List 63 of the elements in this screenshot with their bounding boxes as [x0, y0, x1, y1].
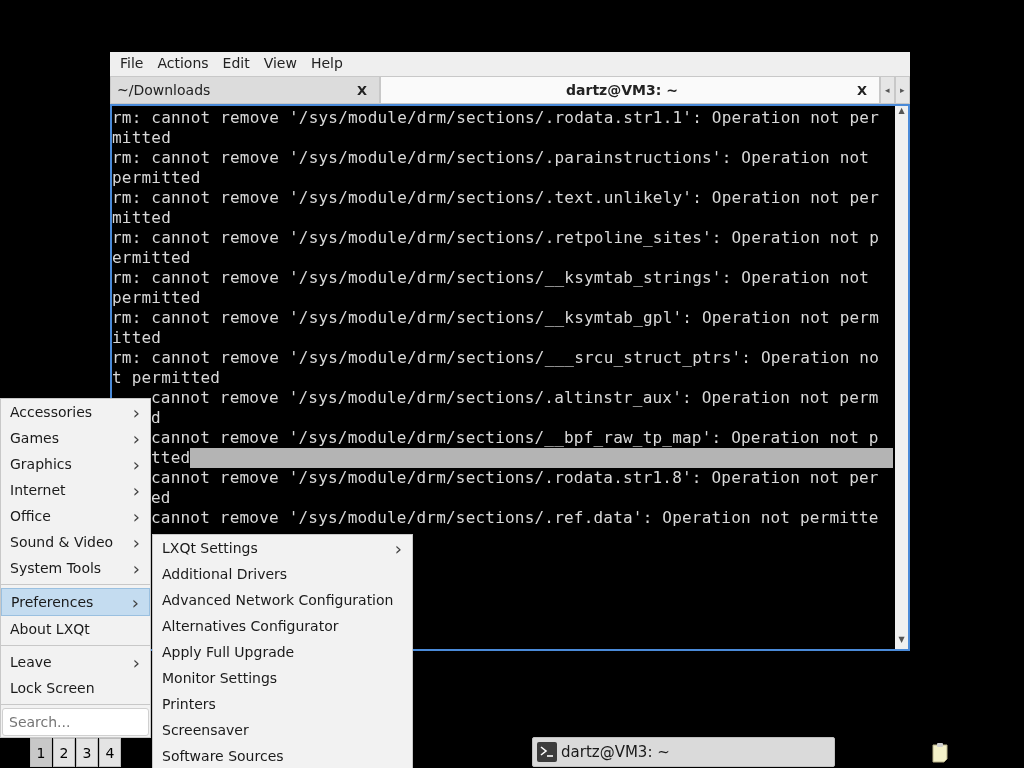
terminal-tab[interactable]: ~/Downloads X	[110, 76, 380, 104]
menu-item[interactable]: Additional Drivers	[153, 561, 412, 587]
menu-item[interactable]: About LXQt	[1, 616, 150, 642]
desktop-button[interactable]: 3	[76, 738, 98, 767]
taskbar-button[interactable]: dartz@VM3: ~	[532, 737, 835, 767]
tab-scroll-right-button[interactable]: ▸	[895, 76, 910, 104]
menu-bar-item[interactable]: View	[257, 55, 303, 71]
menu-item[interactable]: Advanced Network Configuration	[153, 587, 412, 613]
terminal-output-line: rm: cannot remove '/sys/module/drm/sections/.rodata.str1.1': Operation not per	[112, 108, 879, 128]
clipboard-icon[interactable]	[930, 741, 950, 763]
scrollbar[interactable]: ▲ ▼	[895, 106, 908, 649]
menu-bar-item[interactable]: Actions	[151, 55, 215, 71]
menu-item[interactable]: Graphics ›	[1, 451, 150, 477]
desktop-button[interactable]: 1	[30, 738, 52, 767]
terminal-output-line: rm: cannot remove '/sys/module/drm/sections/___srcu_struct_ptrs': Operation no	[112, 348, 879, 368]
menu-item[interactable]: Monitor Settings	[153, 665, 412, 691]
terminal-output-line: rm: cannot remove '/sys/module/drm/sections/__ksymtab_gpl': Operation not perm	[112, 308, 879, 328]
terminal-output-line: mitted	[112, 128, 171, 148]
scroll-up-button[interactable]: ▲	[895, 106, 908, 120]
terminal-output-line: cannot remove '/sys/module/drm/sections/.ref.data': Operation not permitte	[151, 508, 879, 528]
terminal-output-line: rm: cannot remove '/sys/module/drm/sections/.parainstructions': Operation not	[112, 148, 870, 168]
terminal-output-line: ed	[151, 488, 171, 508]
menu-item[interactable]: Leave ›	[1, 649, 150, 675]
terminal-output-line: rm: cannot remove '/sys/module/drm/sections/.text.unlikely': Operation not per	[112, 188, 879, 208]
desktop-button[interactable]: 2	[53, 738, 75, 767]
desktop-button[interactable]: 4	[99, 738, 121, 767]
menu-item[interactable]: Screensaver	[153, 717, 412, 743]
close-icon[interactable]: X	[356, 82, 367, 98]
terminal-output-line: rm: cannot remove '/sys/module/drm/sections/.retpoline_sites': Operation not p	[112, 228, 879, 248]
terminal-output-line: cannot remove '/sys/module/drm/sections/__bpf_raw_tp_map': Operation not p	[151, 428, 879, 448]
menu-item[interactable]: Games ›	[1, 425, 150, 451]
terminal-output-line: cannot remove '/sys/module/drm/sections/.rodata.str1.8': Operation not per	[151, 468, 879, 488]
terminal-output-line: itted	[112, 328, 162, 348]
close-icon[interactable]: X	[856, 82, 867, 98]
terminal-output-line: cannot remove '/sys/module/drm/sections/.altinstr_aux': Operation not perm	[151, 388, 879, 408]
terminal-output-line: mitted	[112, 208, 171, 228]
terminal-output-line: t permitted	[112, 368, 221, 388]
menu-bar-item[interactable]: Help	[304, 55, 349, 71]
menu-item[interactable]: Apply Full Upgrade	[153, 639, 412, 665]
terminal-output-line: permitted	[112, 168, 201, 188]
menu-item[interactable]: Alternatives Configurator	[153, 613, 412, 639]
menu-item[interactable]: Office ›	[1, 503, 150, 529]
menu-item[interactable]: Internet ›	[1, 477, 150, 503]
terminal-icon	[537, 742, 557, 762]
menu-item[interactable]: Printers	[153, 691, 412, 717]
menu-item[interactable]: System Tools ›	[1, 555, 150, 581]
terminal-output-line: tted	[151, 448, 191, 468]
tab-scroll-left-button[interactable]: ◂	[880, 76, 895, 104]
menu-item[interactable]: Lock Screen	[1, 675, 150, 701]
search-field[interactable]: Search...	[2, 708, 149, 736]
terminal-output-line: permitted	[112, 288, 201, 308]
terminal-output-line: rm: cannot remove '/sys/module/drm/sections/__ksymtab_strings': Operation not	[112, 268, 870, 288]
scroll-down-button[interactable]: ▼	[895, 635, 908, 649]
terminal-tab[interactable]: dartz@VM3: ~ X	[380, 76, 880, 104]
menu-item[interactable]: LXQt Settings ›	[153, 535, 412, 561]
menu-item[interactable]: Sound & Video ›	[1, 529, 150, 555]
menu-bar-item[interactable]: Edit	[216, 55, 256, 71]
menu-item[interactable]: Accessories ›	[1, 399, 150, 425]
menu-bar-item[interactable]: File	[114, 55, 150, 71]
terminal-output-line: ermitted	[112, 248, 191, 268]
terminal-output-line: d	[151, 408, 161, 428]
menu-item[interactable]: Software Sources	[153, 743, 412, 768]
menu-item[interactable]: Preferences ›	[1, 588, 150, 616]
